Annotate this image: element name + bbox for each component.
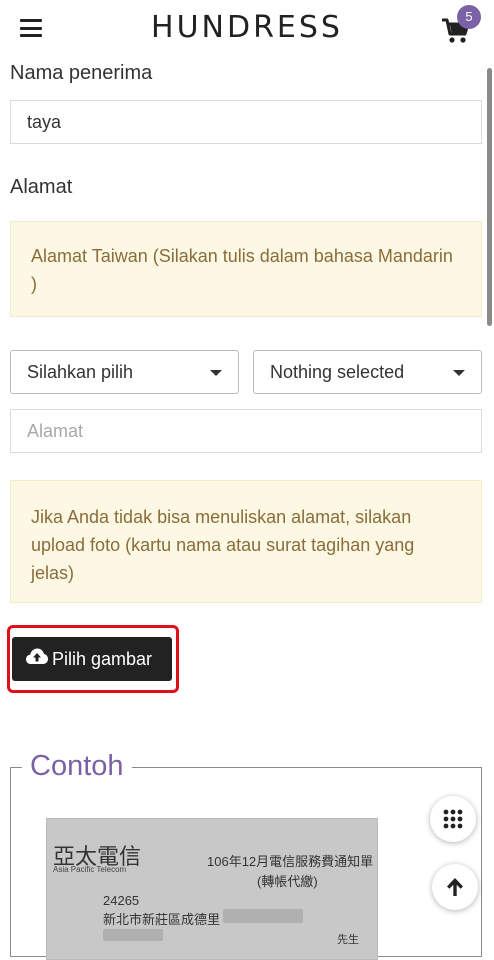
grid-menu-button[interactable] [430,796,476,842]
address-label: Alamat [10,176,73,198]
page-scrollbar[interactable] [487,68,492,326]
bill-company-en: Asia Pacific Telecom [53,865,127,874]
address-input[interactable]: Alamat [10,409,482,453]
upload-note: Jika Anda tidak bisa menuliskan alamat, … [10,480,482,603]
district-select[interactable]: Nothing selected [253,350,482,394]
bill-honorific: 先生 [337,934,359,946]
city-select-value: Silahkan pilih [27,362,134,382]
grid-dots-icon [443,809,463,829]
district-select-value: Nothing selected [270,362,405,382]
example-bill-image: 亞太電信 Asia Pacific Telecom 106年12月電信服務費通知… [46,818,378,960]
cloud-upload-icon [26,648,48,664]
bill-notice: 106年12月電信服務費通知單 [207,854,374,869]
upload-image-button[interactable]: Pilih gambar [12,637,172,681]
cart-count-badge: 5 [457,5,481,29]
recipient-input[interactable]: taya [10,100,482,144]
bill-address: 新北市新莊區成德里 [103,912,221,927]
bill-notice-sub: (轉帳代繳) [257,874,318,889]
example-legend: Contoh [22,750,132,783]
city-select[interactable]: Silahkan pilih [10,350,239,394]
recipient-label: Nama penerima [10,62,153,84]
chevron-down-icon [210,370,222,376]
address-note: Alamat Taiwan (Silakan tulis dalam bahas… [10,221,482,317]
upload-button-label: Pilih gambar [52,649,153,669]
bill-redaction [223,909,303,923]
brand-logo[interactable]: HUNDRESS [0,10,494,45]
bill-redaction [103,929,163,941]
arrow-up-icon [447,878,463,896]
bill-zip: 24265 [103,893,140,908]
top-bar: HUNDRESS 5 [0,0,494,60]
chevron-down-icon [453,370,465,376]
scroll-top-button[interactable] [432,864,478,910]
